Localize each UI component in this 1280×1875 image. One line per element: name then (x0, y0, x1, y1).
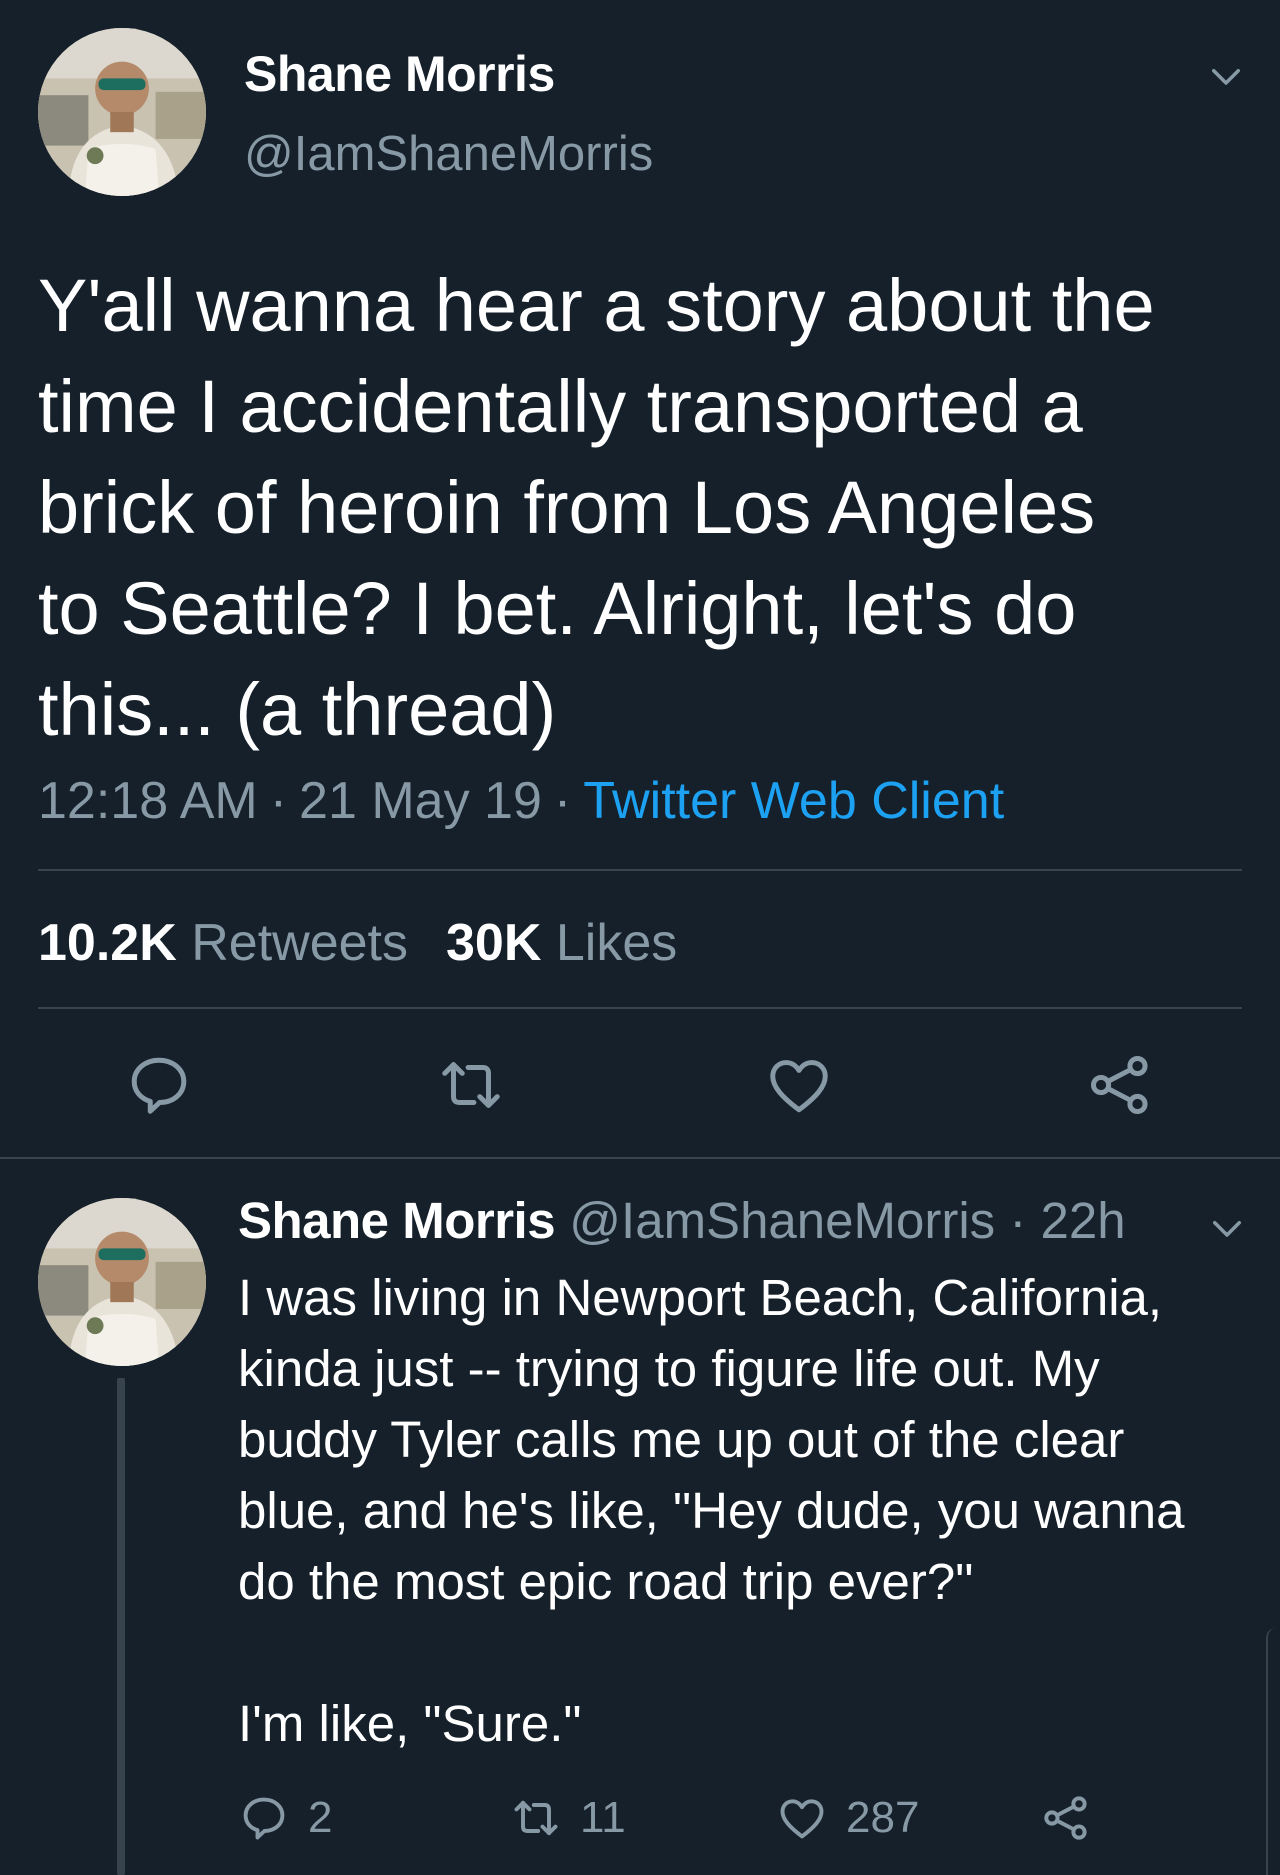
reply-author-handle[interactable]: @IamShaneMorris (569, 1192, 995, 1249)
tweet-meta: 12:18 AM · 21 May 19 · Twitter Web Client (38, 770, 1004, 832)
reply-author-name[interactable]: Shane Morris (238, 1192, 556, 1249)
like-count: 287 (846, 1793, 920, 1842)
share-icon[interactable] (1085, 1050, 1155, 1120)
retweet-count: 11 (580, 1793, 626, 1842)
like-icon[interactable] (764, 1050, 834, 1120)
reply-tweet-text: I was living in Newport Beach, Californi… (238, 1269, 1185, 1752)
meta-separator: · (269, 772, 288, 830)
divider (38, 869, 1242, 871)
tweet-client-link[interactable]: Twitter Web Client (583, 772, 1004, 830)
tweet-text: Y'all wanna hear a story about the time … (38, 264, 1155, 751)
author-avatar[interactable] (38, 28, 206, 196)
retweet-icon[interactable] (436, 1050, 506, 1120)
retweet-button[interactable]: 11 (510, 1790, 626, 1846)
reply-icon (238, 1792, 290, 1844)
like-button[interactable]: 287 (776, 1790, 919, 1846)
likes-stat[interactable]: 30K Likes (446, 914, 677, 972)
share-icon (1040, 1792, 1092, 1844)
reply-author-avatar[interactable] (38, 1198, 206, 1366)
author-name[interactable]: Shane Morris (244, 44, 555, 104)
share-button[interactable] (1040, 1790, 1092, 1846)
meta-separator: · (553, 772, 572, 830)
retweet-icon (510, 1792, 562, 1844)
retweets-stat[interactable]: 10.2K Retweets (38, 914, 408, 972)
reply-age[interactable]: 22h (1041, 1192, 1126, 1249)
author-handle[interactable]: @IamShaneMorris (244, 124, 653, 184)
reply-button[interactable]: 2 (238, 1790, 332, 1846)
avatar-photo (38, 1198, 206, 1366)
reply-count: 2 (308, 1793, 333, 1842)
tweet-time[interactable]: 12:18 AM (38, 772, 258, 830)
likes-label: Likes (555, 914, 678, 972)
reply-icon[interactable] (124, 1050, 194, 1120)
reply-header: Shane Morris @IamShaneMorris · 22h (238, 1190, 1126, 1252)
thread-line (117, 1378, 125, 1875)
divider (38, 1007, 1242, 1009)
tweet-divider (0, 1157, 1280, 1159)
like-icon (776, 1792, 828, 1844)
chevron-down-icon[interactable] (1205, 55, 1247, 97)
retweets-count: 10.2K (38, 914, 177, 972)
tweet-date[interactable]: 21 May 19 (299, 772, 542, 830)
chevron-down-icon[interactable] (1206, 1207, 1248, 1249)
likes-count: 30K (445, 914, 542, 972)
meta-separator: · (1009, 1192, 1027, 1249)
tweet-stats: 10.2K Retweets 30K Likes (38, 912, 677, 974)
scrollbar[interactable] (1266, 1628, 1280, 1875)
avatar-photo (38, 28, 206, 196)
retweets-label: Retweets (191, 914, 408, 972)
